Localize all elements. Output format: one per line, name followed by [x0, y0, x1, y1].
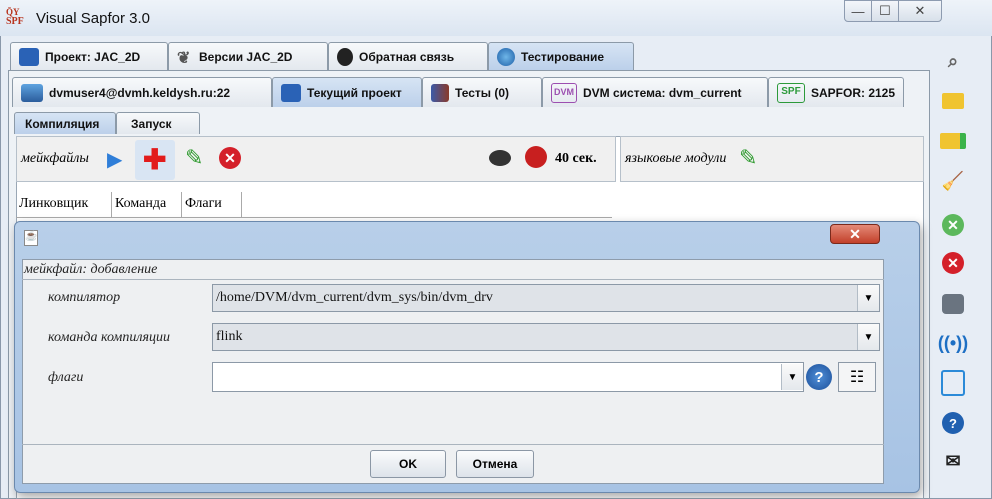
- close-green-icon[interactable]: ✕: [942, 214, 964, 236]
- buttons-divider: [22, 444, 884, 445]
- tab-server[interactable]: dvmuser4@dvmh.keldysh.ru:22: [12, 77, 272, 107]
- close-red-icon[interactable]: ✕: [942, 252, 964, 274]
- tab-label: dvmuser4@dvmh.keldysh.ru:22: [49, 85, 231, 100]
- right-toolbar: ⌕ 🧹 ✕ ✕ ((•)) ? ✉: [930, 36, 992, 499]
- new-folder-icon[interactable]: [940, 128, 966, 154]
- window-title: Visual Sapfor 3.0: [36, 10, 150, 27]
- bug-icon: [337, 47, 353, 66]
- command-value: flink: [216, 329, 243, 344]
- edit-icon[interactable]: ✎: [185, 145, 203, 171]
- tab-tests[interactable]: Тесты (0): [422, 77, 542, 107]
- column-linker[interactable]: Линковщик: [16, 192, 112, 218]
- column-command[interactable]: Команда: [112, 192, 182, 218]
- flags-checklist-icon[interactable]: ☷: [838, 362, 876, 392]
- chevron-down-icon[interactable]: ▼: [781, 364, 803, 390]
- tab-label: DVM система: dvm_current: [583, 85, 742, 100]
- tab-sapfor[interactable]: SPF SAPFOR: 2125: [768, 77, 904, 107]
- tab-current-project[interactable]: Текущий проект: [272, 77, 422, 107]
- tab-label: Проект: JAC_2D: [45, 49, 141, 64]
- column-flags[interactable]: Флаги: [182, 192, 242, 218]
- clean-icon[interactable]: 🧹: [940, 168, 966, 194]
- close-window-button[interactable]: ✕: [898, 0, 942, 22]
- command-select[interactable]: flink ▼: [212, 323, 880, 351]
- spf-icon: SPF: [777, 82, 805, 103]
- books-icon: [431, 83, 449, 102]
- globe-icon: [497, 47, 515, 66]
- makefiles-toolbar: мейкфайлы ▶ ✚ ✎ ✕ 40 сек.: [16, 136, 616, 182]
- flags-help-icon[interactable]: ?: [806, 364, 832, 390]
- tab-versions[interactable]: ❦ Версии JAC_2D: [168, 42, 328, 70]
- app-logo-icon: Q̄Y SPF: [6, 7, 24, 27]
- maximize-icon: ☐: [879, 3, 891, 18]
- eye-icon[interactable]: [489, 150, 511, 166]
- tab-compilation[interactable]: Компиляция: [14, 112, 116, 134]
- tab-label: Тестирование: [521, 49, 605, 64]
- cancel-button[interactable]: Отмена: [456, 450, 534, 478]
- heading-divider: [22, 279, 884, 280]
- java-icon: ☕: [24, 230, 38, 246]
- search-icon[interactable]: ⌕: [940, 48, 966, 74]
- tab-label: Версии JAC_2D: [199, 49, 293, 64]
- makefiles-table-header: Линковщик Команда Флаги: [16, 192, 612, 218]
- broadcast-icon[interactable]: ((•)): [938, 330, 968, 356]
- chevron-down-icon[interactable]: ▼: [857, 285, 879, 311]
- modules-toolbar: языковые модули ✎: [620, 136, 924, 182]
- chevron-down-icon[interactable]: ▼: [857, 324, 879, 350]
- flags-input[interactable]: ▼: [212, 362, 804, 392]
- tab-testing[interactable]: Тестирование: [488, 42, 634, 70]
- compiler-value: /home/DVM/dvm_current/dvm_sys/bin/dvm_dr…: [216, 290, 493, 305]
- minimize-button[interactable]: —: [844, 0, 872, 22]
- tree-icon: ❦: [177, 49, 191, 67]
- project-icon: [19, 47, 39, 66]
- close-icon: ✕: [914, 3, 926, 18]
- stopwatch-icon: [525, 146, 547, 168]
- tab-project[interactable]: Проект: JAC_2D: [10, 42, 168, 70]
- flags-label: флаги: [48, 370, 84, 385]
- modules-label: языковые модули: [625, 151, 727, 166]
- run-icon[interactable]: ▶: [107, 147, 122, 172]
- makefiles-label: мейкфайлы: [21, 151, 89, 166]
- tab-label: Текущий проект: [307, 85, 402, 100]
- dialog-close-button[interactable]: ✕: [830, 224, 880, 244]
- tab-label: Тесты (0): [455, 85, 510, 100]
- tab-label: Обратная связь: [359, 49, 455, 64]
- tab-dvm-system[interactable]: DVM DVM система: dvm_current: [542, 77, 768, 107]
- add-icon[interactable]: ✚: [143, 143, 166, 176]
- minimize-icon: —: [851, 3, 865, 19]
- compiler-select[interactable]: /home/DVM/dvm_current/dvm_sys/bin/dvm_dr…: [212, 284, 880, 312]
- maximize-button[interactable]: ☐: [871, 0, 899, 22]
- dialog-heading: мейкфайл: добавление: [24, 262, 158, 277]
- computer-icon: [21, 83, 43, 102]
- close-icon: ✕: [849, 225, 861, 242]
- project-icon: [281, 83, 301, 102]
- edit-modules-icon[interactable]: ✎: [739, 145, 757, 171]
- ok-button[interactable]: OK: [370, 450, 446, 478]
- copy-icon[interactable]: [941, 370, 965, 396]
- dvm-icon: DVM: [551, 82, 577, 103]
- tab-label: SAPFOR: 2125: [811, 85, 896, 100]
- tab-run[interactable]: Запуск: [116, 112, 200, 134]
- timeout-value: 40 сек.: [555, 151, 597, 166]
- open-folder-icon[interactable]: [940, 88, 966, 114]
- delete-icon[interactable]: ✕: [219, 147, 241, 169]
- compiler-label: компилятор: [48, 290, 121, 305]
- help-icon[interactable]: ?: [942, 412, 964, 434]
- drive-icon[interactable]: [942, 294, 964, 314]
- tab-feedback[interactable]: Обратная связь: [328, 42, 488, 70]
- mail-settings-icon[interactable]: ✉: [940, 448, 966, 474]
- command-label: команда компиляции: [48, 330, 170, 345]
